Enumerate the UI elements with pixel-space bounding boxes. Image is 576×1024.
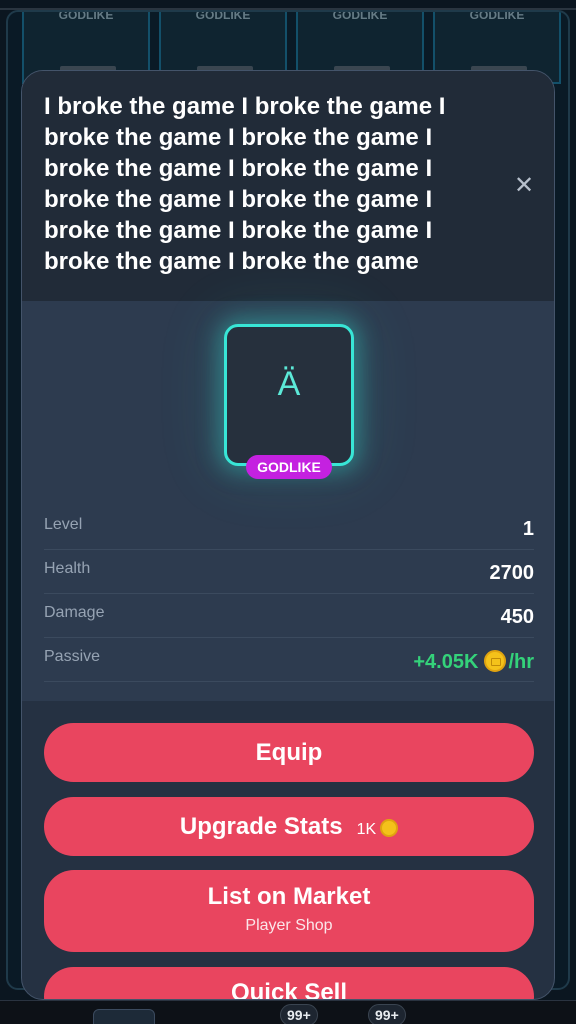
card-rarity: GODLIKE: [58, 10, 114, 22]
stat-row-level: Level 1: [44, 506, 534, 550]
item-icon-frame: Ä: [224, 324, 354, 466]
list-on-market-button[interactable]: List on Market Player Shop: [44, 870, 534, 952]
stat-row-damage: Damage 450: [44, 594, 534, 638]
stat-row-passive: Passive +4.05K/hr: [44, 638, 534, 682]
rarity-badge: GODLIKE: [246, 455, 332, 479]
passive-value: +4.05K: [413, 651, 479, 673]
item-hero: Ä GODLIKE Level 1 Health 2700 Damage 450…: [22, 301, 554, 701]
stat-label: Health: [44, 560, 91, 577]
stats-list: Level 1 Health 2700 Damage 450 Passive +…: [44, 506, 534, 682]
card-rarity: GODLIKE: [469, 10, 525, 22]
stat-row-health: Health 2700: [44, 550, 534, 594]
modal-header: I broke the game I broke the game I brok…: [22, 71, 554, 301]
quick-sell-label: Quick Sell: [230, 979, 348, 1000]
upgrade-label: Upgrade Stats: [179, 813, 343, 840]
passive-unit: /hr: [508, 651, 534, 673]
item-glyph: Ä: [277, 365, 301, 403]
bottom-nav: 99+ 99+: [0, 1000, 576, 1024]
stat-label: Level: [44, 516, 83, 533]
notification-badge[interactable]: 99+: [368, 1004, 406, 1024]
quick-sell-button[interactable]: Quick Sell: [44, 967, 534, 1000]
stat-value: 2700: [489, 562, 535, 584]
coin-icon: [380, 819, 399, 837]
equip-button[interactable]: Equip: [44, 723, 534, 782]
item-title: I broke the game I broke the game I brok…: [44, 93, 446, 275]
stat-label: Damage: [44, 604, 105, 621]
notification-badge[interactable]: 99+: [280, 1004, 318, 1024]
equip-label: Equip: [255, 739, 323, 766]
list-market-label: List on Market: [207, 883, 371, 910]
upgrade-stats-button[interactable]: Upgrade Stats 1K: [44, 797, 534, 856]
stat-label: Passive: [44, 648, 101, 665]
nav-thumbnail[interactable]: [93, 1009, 155, 1024]
card-rarity: GODLIKE: [332, 10, 388, 22]
card-rarity: GODLIKE: [195, 10, 251, 22]
stat-value: 450: [500, 606, 534, 628]
upgrade-price: 1K: [356, 821, 377, 838]
close-icon[interactable]: ✕: [512, 174, 536, 198]
stat-value: 1: [522, 518, 534, 540]
item-detail-modal: I broke the game I broke the game I brok…: [21, 70, 555, 1000]
list-market-sublabel: Player Shop: [245, 917, 333, 934]
passive-income: +4.05K/hr: [413, 650, 534, 674]
coin-icon: [484, 650, 507, 672]
